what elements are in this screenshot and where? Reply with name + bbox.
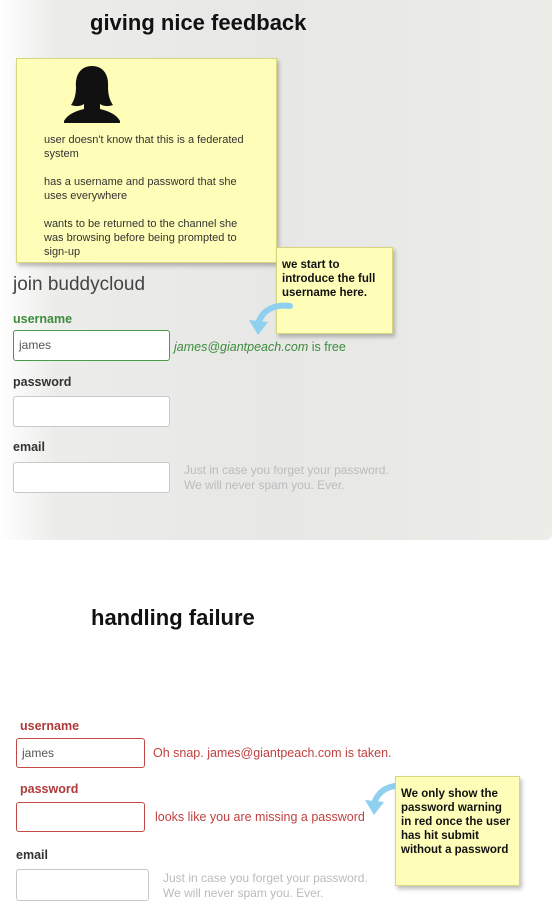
email-label-2: email [16, 848, 48, 862]
password-label-error: password [20, 782, 79, 796]
email-hint-line: Just in case you forget your password. [163, 871, 368, 885]
section-title-feedback: giving nice feedback [90, 10, 307, 35]
email-hint-line: We will never spam you. Ever. [184, 478, 345, 492]
email-input[interactable] [13, 462, 170, 493]
persona-note-line: wants to be returned to the channel she … [44, 218, 238, 258]
persona-sticky-note: user doesn't know that this is a federat… [16, 58, 277, 263]
username-input[interactable]: james [13, 330, 170, 361]
password-error-message: looks like you are missing a password [155, 810, 365, 824]
section-title-failure: handling failure [91, 605, 255, 630]
persona-note-line: has a username and password that she use… [44, 176, 237, 202]
email-input-2[interactable] [16, 869, 149, 901]
username-input-error[interactable]: james [16, 738, 145, 768]
email-hint-line: We will never spam you. Ever. [163, 886, 324, 900]
persona-note-line: user doesn't know that this is a federat… [44, 134, 244, 160]
username-label: username [13, 312, 73, 326]
username-address: james@giantpeach.com [174, 340, 309, 354]
password-sticky-note: We only show the password warning in red… [395, 776, 520, 886]
password-label: password [13, 375, 72, 389]
password-input[interactable] [13, 396, 170, 427]
person-silhouette-icon [64, 66, 120, 123]
password-input-error[interactable] [16, 802, 145, 832]
username-label-error: username [20, 719, 80, 733]
email-label: email [13, 440, 45, 454]
email-hint-line: Just in case you forget your password. [184, 463, 389, 477]
curved-arrow-icon [249, 302, 293, 335]
email-hint-2: Just in case you forget your password. W… [163, 871, 368, 901]
username-error-message: Oh snap. james@giantpeach.com is taken. [153, 746, 392, 760]
username-status: james@giantpeach.com is free [174, 340, 346, 354]
form-title: join buddycloud [13, 274, 146, 295]
username-status-suffix: is free [308, 340, 346, 354]
email-hint: Just in case you forget your password. W… [184, 463, 389, 493]
